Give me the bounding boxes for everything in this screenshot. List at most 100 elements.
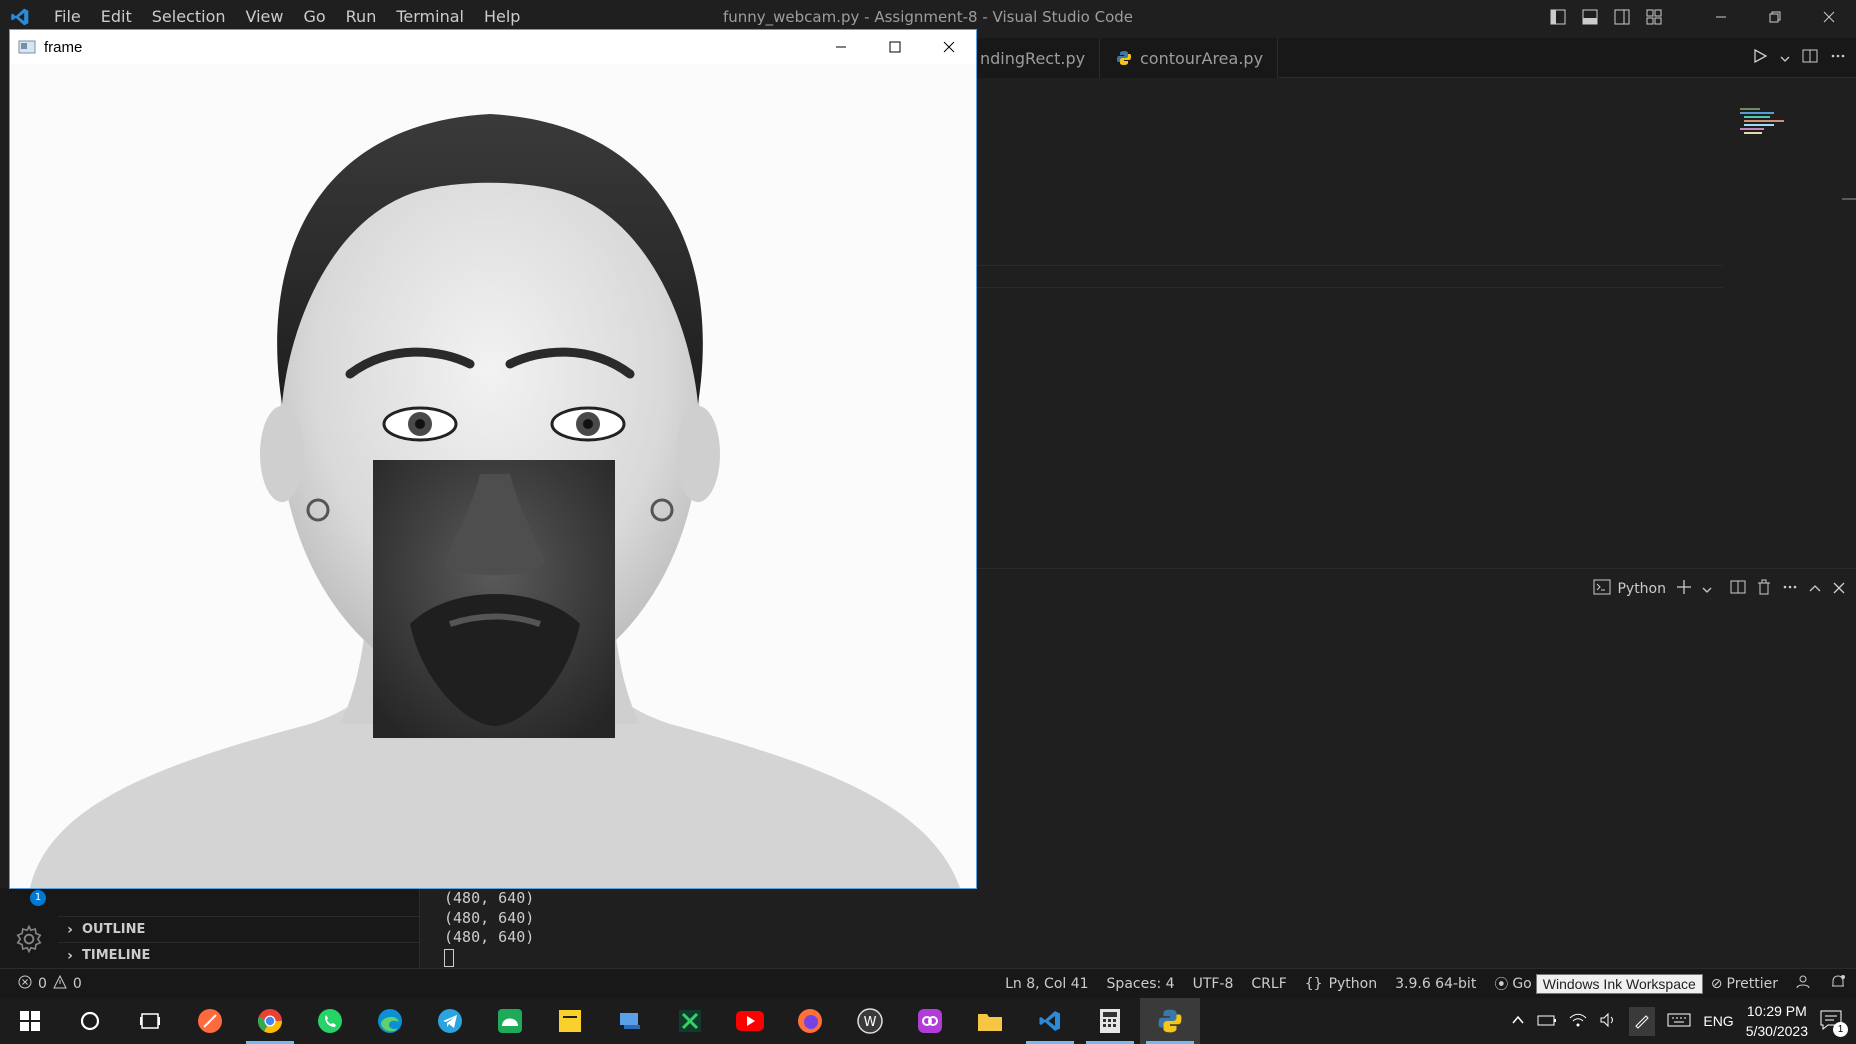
error-icon: [18, 975, 32, 993]
warning-count: 0: [72, 976, 82, 992]
vscode-icon[interactable]: [1020, 998, 1080, 1044]
toggle-panel-icon[interactable]: [1574, 0, 1606, 34]
terminal-line: (480, 640): [444, 889, 535, 907]
section-label: OUTLINE: [82, 922, 146, 937]
timeline-section[interactable]: › TIMELINE: [58, 942, 420, 968]
tab-boundingrect[interactable]: ndingRect.py: [976, 38, 1100, 78]
tab-contourarea[interactable]: contourArea.py: [1100, 38, 1278, 78]
tab-label: ndingRect.py: [980, 48, 1086, 68]
search-icon[interactable]: [60, 998, 120, 1044]
prettier-icon: ⊘: [1710, 976, 1723, 992]
broadcast-icon: ⦿: [1494, 977, 1509, 993]
maximize-panel-icon[interactable]: [1808, 580, 1822, 599]
svg-text:W: W: [864, 1015, 877, 1030]
clock[interactable]: 10:29 PM 5/30/2023: [1746, 1001, 1808, 1041]
webcam-frame-image: [10, 64, 976, 888]
encoding[interactable]: UTF-8: [1193, 976, 1234, 992]
wifi-icon[interactable]: [1569, 1012, 1587, 1031]
paint-icon[interactable]: [600, 998, 660, 1044]
notification-badge: 1: [1833, 1021, 1848, 1037]
split-editor-icon[interactable]: [1802, 48, 1818, 68]
outline-section[interactable]: › OUTLINE: [58, 916, 420, 942]
sticky-notes-icon[interactable]: [540, 998, 600, 1044]
editor-divider: [976, 265, 1723, 266]
terminal-output[interactable]: (480, 640) (480, 640) (480, 640): [444, 889, 534, 967]
end-of-line[interactable]: CRLF: [1251, 976, 1286, 992]
close-panel-icon[interactable]: [1832, 580, 1846, 599]
cursor-position[interactable]: Ln 8, Col 41: [1005, 976, 1088, 992]
python-file-icon: [1116, 50, 1132, 66]
indentation[interactable]: Spaces: 4: [1107, 976, 1175, 992]
opencv-frame-window[interactable]: frame: [9, 29, 977, 889]
battery-icon[interactable]: [1537, 1013, 1557, 1030]
input-language[interactable]: ENG: [1703, 1013, 1733, 1029]
firefox-icon[interactable]: [780, 998, 840, 1044]
keyboard-icon[interactable]: [1667, 1012, 1691, 1031]
volume-icon[interactable]: [1599, 1012, 1617, 1031]
terminal-icon: [1593, 579, 1611, 599]
file-explorer-icon[interactable]: [960, 998, 1020, 1044]
pen-ink-icon[interactable]: [1629, 1006, 1656, 1036]
customize-layout-icon[interactable]: [1638, 0, 1670, 34]
frame-title: frame: [44, 38, 83, 56]
close-icon[interactable]: [922, 30, 976, 64]
go-live[interactable]: ⦿ Go: [1494, 974, 1531, 994]
windows-ink-tooltip: Windows Ink Workspace: [1535, 974, 1703, 994]
terminal-profile[interactable]: Python: [1593, 579, 1666, 599]
language-mode[interactable]: {} Python: [1305, 976, 1377, 992]
brave-like-icon[interactable]: [180, 998, 240, 1044]
more-actions-icon[interactable]: [1782, 579, 1798, 599]
run-python-file-icon[interactable]: [1752, 48, 1768, 68]
toggle-primary-sidebar-icon[interactable]: [1542, 0, 1574, 34]
terminal-line: (480, 640): [444, 908, 535, 927]
gear-icon[interactable]: [14, 924, 44, 958]
code-editor[interactable]: [976, 78, 1856, 568]
terminal-line: (480, 640): [444, 928, 535, 946]
badge-count: 1: [34, 892, 42, 903]
chevron-down-icon[interactable]: [1780, 49, 1790, 68]
warning-icon: [53, 974, 67, 993]
toggle-secondary-sidebar-icon[interactable]: [1606, 0, 1638, 34]
clock-time: 10:29 PM: [1746, 1003, 1807, 1019]
wordpress-like-icon[interactable]: W: [840, 998, 900, 1044]
problems-status[interactable]: 0 0: [18, 969, 82, 999]
task-view-icon[interactable]: [120, 998, 180, 1044]
minimap[interactable]: [1736, 106, 1796, 146]
nearby-share-icon[interactable]: [480, 998, 540, 1044]
edge-icon[interactable]: [360, 998, 420, 1044]
section-label: TIMELINE: [82, 948, 151, 963]
frame-titlebar[interactable]: frame: [10, 30, 976, 64]
restore-icon[interactable]: [1748, 0, 1802, 34]
telegram-icon[interactable]: [420, 998, 480, 1044]
prettier[interactable]: ⊘ Prettier: [1711, 976, 1778, 992]
tab-label: contourArea.py: [1140, 48, 1264, 68]
new-terminal-icon[interactable]: [1676, 579, 1692, 599]
close-icon[interactable]: [1802, 0, 1856, 34]
clock-date: 5/30/2023: [1745, 1023, 1808, 1039]
youtube-icon[interactable]: [720, 998, 780, 1044]
calculator-icon[interactable]: [1080, 998, 1140, 1044]
maximize-icon[interactable]: [868, 30, 922, 64]
whatsapp-icon[interactable]: [300, 998, 360, 1044]
bell-icon[interactable]: [1830, 974, 1846, 994]
python-interpreter[interactable]: 3.9.6 64-bit: [1395, 976, 1476, 992]
chevron-up-icon[interactable]: [1511, 1013, 1525, 1030]
notification-center-icon[interactable]: 1: [1820, 1010, 1848, 1037]
app-green-icon[interactable]: [660, 998, 720, 1044]
app-purple-icon[interactable]: [900, 998, 960, 1044]
start-icon[interactable]: [0, 998, 60, 1044]
split-terminal-icon[interactable]: [1730, 579, 1746, 599]
minimize-icon[interactable]: [814, 30, 868, 64]
more-actions-icon[interactable]: [1830, 48, 1846, 68]
trash-icon[interactable]: [1756, 579, 1772, 599]
scrollbar[interactable]: [1842, 198, 1856, 200]
chrome-icon[interactable]: [240, 998, 300, 1044]
terminal-cursor: [444, 948, 454, 967]
accounts-feedback-icon[interactable]: [1796, 974, 1812, 994]
minimize-icon[interactable]: [1694, 0, 1748, 34]
system-tray: ENG 10:29 PM 5/30/2023 1: [1511, 998, 1856, 1044]
chevron-down-icon[interactable]: [1702, 580, 1712, 599]
editor-divider: [976, 287, 1723, 288]
python-icon[interactable]: [1140, 998, 1200, 1044]
accounts-badge[interactable]: 1: [30, 890, 46, 906]
